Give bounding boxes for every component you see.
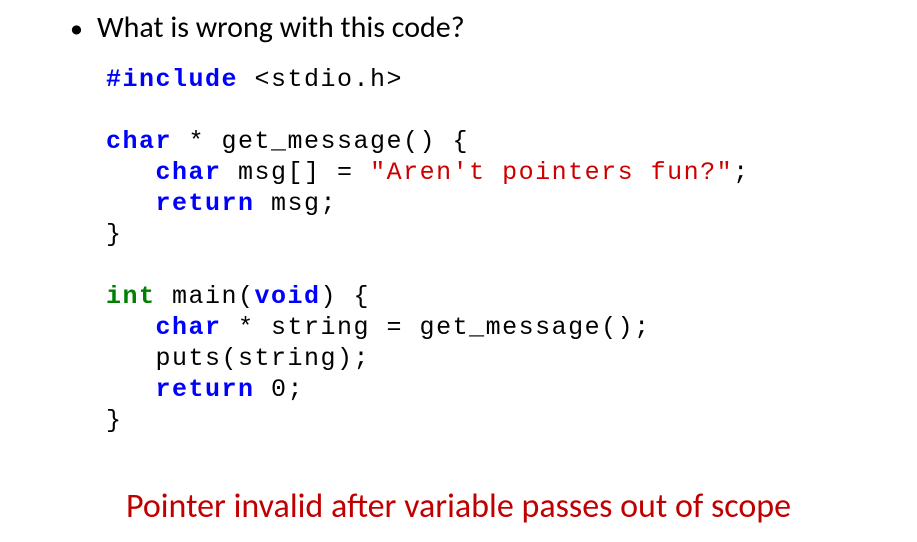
bullet-row: • What is wrong with this code? <box>70 10 877 46</box>
code-keyword: char <box>156 158 222 187</box>
code-text: msg; <box>255 189 338 218</box>
code-keyword: return <box>156 375 255 404</box>
code-text: msg[] = <box>222 158 371 187</box>
code-text: } <box>106 406 123 435</box>
code-text: ; <box>733 158 750 187</box>
code-text: 0; <box>255 375 305 404</box>
code-text: <stdio.h> <box>238 65 403 94</box>
code-text: puts(string); <box>106 344 370 373</box>
code-block: #include <stdio.h> char * get_message() … <box>106 64 877 436</box>
code-type: int <box>106 282 156 311</box>
code-text: main( <box>156 282 255 311</box>
code-keyword: return <box>156 189 255 218</box>
code-keyword: char <box>106 127 172 156</box>
code-indent <box>106 375 156 404</box>
slide: • What is wrong with this code? #include… <box>0 0 917 542</box>
code-text: } <box>106 220 123 249</box>
code-keyword: char <box>156 313 222 342</box>
code-indent <box>106 158 156 187</box>
code-preproc: #include <box>106 65 238 94</box>
code-indent <box>106 189 156 218</box>
code-text: ) { <box>321 282 371 311</box>
code-string: "Aren't pointers fun?" <box>370 158 733 187</box>
code-keyword: void <box>255 282 321 311</box>
code-text: * get_message() { <box>172 127 469 156</box>
bullet-dot-icon: • <box>70 10 83 46</box>
question-text: What is wrong with this code? <box>97 10 465 46</box>
answer-note: Pointer invalid after variable passes ou… <box>0 486 917 527</box>
code-indent <box>106 313 156 342</box>
code-text: * string = get_message(); <box>222 313 651 342</box>
